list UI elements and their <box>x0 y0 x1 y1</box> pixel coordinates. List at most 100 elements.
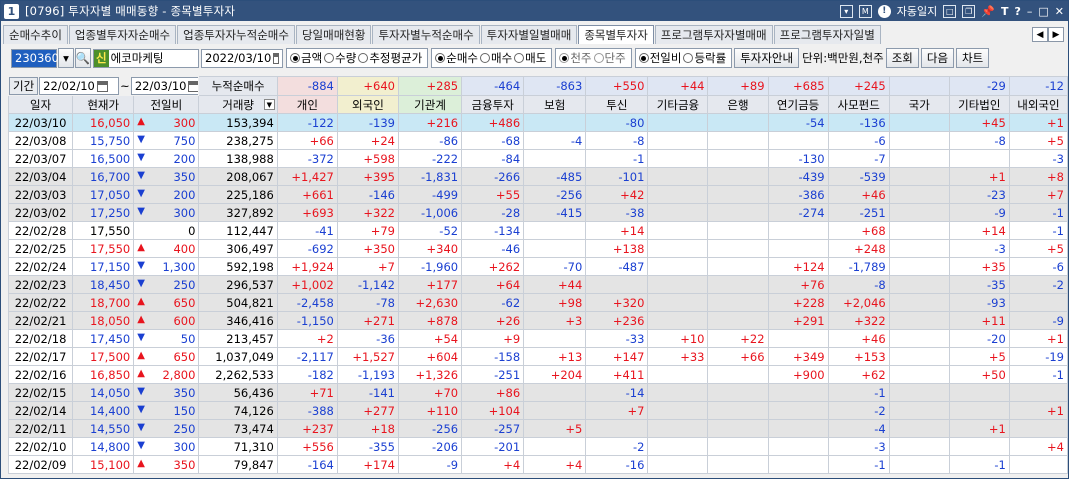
col-price[interactable]: 현재가 <box>72 95 135 114</box>
search-icon[interactable]: 🔍 <box>75 48 91 68</box>
calendar-icon[interactable] <box>96 80 108 92</box>
radio-thousand-shares[interactable]: 천주 <box>559 50 592 66</box>
col-foreign[interactable]: 외국인 <box>336 95 399 114</box>
unit-label: 단위:백만원,천주 <box>802 51 884 65</box>
tab-2[interactable]: 업종투자자누적순매수 <box>177 25 295 44</box>
close-icon[interactable]: ✕ <box>1055 5 1064 18</box>
radio-amount[interactable]: 금액 <box>290 50 322 66</box>
autolock-label[interactable]: 자동일지 <box>897 3 937 19</box>
radio-prev-day-change[interactable]: 전일비 <box>638 50 681 66</box>
tab-7[interactable]: 프로그램투자자별매매 <box>654 25 773 44</box>
restore-icon[interactable]: □ <box>943 4 957 18</box>
table-row[interactable]: 22/02/21 18,050 ▲ 600 346,416 -1,150 +271 +878 +… <box>7 311 1069 330</box>
table-row[interactable]: 22/03/07 16,500 ▼ 200 138,988 -372 +598 -222 -84… <box>7 149 1069 168</box>
table-row[interactable]: 22/02/22 18,700 ▲ 650 504,821 -2,458 -78 +2,630… <box>7 293 1069 312</box>
tab-5[interactable]: 투자자별일별매매 <box>480 25 578 44</box>
table-row[interactable]: 22/02/14 14,400 ▼ 150 74,126 -388 +277 +110 +104… <box>7 401 1069 420</box>
screen-menu-icon[interactable]: M <box>858 4 872 18</box>
col-other-finance[interactable]: 기타금융 <box>647 95 709 114</box>
col-insurance[interactable]: 보험 <box>523 95 587 114</box>
radio-quantity[interactable]: 수량 <box>324 50 356 66</box>
radio-single-shares[interactable]: 단주 <box>593 50 626 66</box>
tab-1[interactable]: 업종별투자자순매수 <box>68 25 177 44</box>
radio-sell[interactable]: 매도 <box>514 50 546 66</box>
col-pension[interactable]: 연기금등 <box>767 95 829 114</box>
col-nation[interactable]: 국가 <box>888 95 950 114</box>
date-input[interactable]: 2022/03/10 <box>201 48 283 68</box>
row-price: 15,100 <box>72 455 135 474</box>
code-dropdown-icon[interactable]: ▾ <box>58 48 74 68</box>
table-row[interactable]: 22/02/28 17,550 0 112,447 -41 +79 -52 -134 +14 +6… <box>7 221 1069 240</box>
col-change[interactable]: 전일비 <box>133 95 200 114</box>
row-value <box>523 329 587 348</box>
radio-net-buy[interactable]: 순매수 <box>435 50 478 66</box>
stock-code-input[interactable]: 230360 <box>11 48 59 68</box>
table-row[interactable]: 22/02/16 16,850 ▲ 2,800 2,262,533 -182 -1,193 +… <box>7 365 1069 384</box>
period-to-input[interactable]: 22/03/10 <box>130 77 198 95</box>
minimize-icon[interactable]: – <box>1027 5 1033 18</box>
table-row[interactable]: 22/03/03 17,050 ▼ 200 225,186 +661 -146 -499 +55… <box>7 185 1069 204</box>
period-from-input[interactable]: 22/02/10 <box>39 77 120 95</box>
chart-button[interactable]: 차트 <box>956 48 990 68</box>
row-volume: 238,275 <box>198 131 278 150</box>
tab-3[interactable]: 당일매매현황 <box>295 25 372 44</box>
tab-4[interactable]: 투자자별누적순매수 <box>372 25 480 44</box>
table-row[interactable]: 22/02/11 14,550 ▼ 250 73,474 +237 +18 -256 -257 +… <box>7 419 1069 438</box>
autolock-icon[interactable]: ! <box>877 4 891 18</box>
tab-8[interactable]: 프로그램투자자일별 <box>773 25 881 44</box>
help-icon[interactable]: ? <box>1014 5 1020 18</box>
table-row[interactable]: 22/03/08 15,750 ▼ 750 238,275 +66 +24 -86 -68 -4-… <box>7 131 1069 150</box>
radio-avg-price[interactable]: 추정평균가 <box>358 50 422 66</box>
col-institution[interactable]: 기관계 <box>397 95 463 114</box>
row-change: ▲ 650 <box>133 293 200 312</box>
table-row[interactable]: 22/03/04 16,700 ▼ 350 208,067 +1,427 +395 -1,83… <box>7 167 1069 186</box>
col-trust[interactable]: 투신 <box>585 95 649 114</box>
row-value <box>707 383 769 402</box>
table-row[interactable]: 22/02/18 17,450 ▼ 50 213,457 +2 -36 +54 +9 -33 +10… <box>7 329 1069 348</box>
row-volume: 56,436 <box>198 383 278 402</box>
font-size-icon[interactable]: T <box>1001 5 1009 18</box>
copy-icon[interactable]: ❐ <box>962 4 976 18</box>
col-financial-invest[interactable]: 금융투자 <box>461 95 525 114</box>
table-row[interactable]: 22/02/17 17,500 ▲ 650 1,037,049 -2,117 +1,527 +… <box>7 347 1069 366</box>
next-button[interactable]: 다음 <box>920 48 955 68</box>
col-date[interactable]: 일자 <box>7 95 74 114</box>
col-domestic-foreigner[interactable]: 내외국인 <box>1008 95 1069 114</box>
calendar-icon[interactable] <box>188 80 198 92</box>
tab-scroll-left-icon[interactable]: ◀ <box>1032 27 1048 42</box>
col-volume[interactable]: 거래량 ▼ <box>198 95 278 114</box>
up-arrow-icon: ▲ <box>137 458 145 469</box>
row-value: +86 <box>461 383 525 402</box>
table-row[interactable]: 22/03/10 16,050 ▲ 300 153,394 -122 -139 +216 +48… <box>7 113 1069 132</box>
tab-scroll-right-icon[interactable]: ▶ <box>1048 27 1064 42</box>
radio-buy[interactable]: 매수 <box>480 50 512 66</box>
maximize-icon[interactable]: □ <box>1038 5 1048 18</box>
col-private-fund[interactable]: 사모펀드 <box>827 95 890 114</box>
table-row[interactable]: 22/02/15 14,050 ▼ 350 56,436 +71 -141 +70 +86 -14… <box>7 383 1069 402</box>
row-value: -1,006 <box>397 203 463 222</box>
col-individual[interactable]: 개인 <box>276 95 338 114</box>
dropdown-icon[interactable]: ▼ <box>263 99 275 110</box>
stock-name-box[interactable]: 신 에코마케팅 <box>93 48 199 68</box>
tab-6[interactable]: 종목별투자자 <box>578 25 654 44</box>
menu-icon[interactable]: ▾ <box>839 4 853 18</box>
row-value: -1,831 <box>397 167 463 186</box>
radio-change-rate[interactable]: 등락률 <box>683 50 726 66</box>
calendar-icon[interactable] <box>273 52 279 64</box>
row-value <box>647 275 709 294</box>
col-other-corp[interactable]: 기타법인 <box>948 95 1010 114</box>
sum-private-fund: +245 <box>827 76 890 96</box>
pin-icon[interactable]: 📌 <box>981 5 995 18</box>
table-row[interactable]: 22/02/09 15,100 ▲ 350 79,847 -164 +174 -9 +4 +4 -1… <box>7 455 1069 474</box>
investor-guide-button[interactable]: 투자자안내 <box>734 48 800 68</box>
table-row[interactable]: 22/03/02 17,250 ▼ 300 327,892 +693 +322 -1,006-… <box>7 203 1069 222</box>
col-bank[interactable]: 은행 <box>707 95 769 114</box>
table-row[interactable]: 22/02/25 17,550 ▲ 400 306,497 -692 +350 +340 -46… <box>7 239 1069 258</box>
query-button[interactable]: 조회 <box>885 48 919 68</box>
table-row[interactable]: 22/02/10 14,800 ▼ 300 71,310 +556 -355 -206 -201… <box>7 437 1069 456</box>
table-row[interactable]: 22/02/24 17,150 ▼ 1,300 592,198 +1,924 +7 -1,96… <box>7 257 1069 276</box>
row-change-value: 300 <box>173 205 196 220</box>
table-row[interactable]: 22/02/23 18,450 ▼ 250 296,537 +1,002 -1,142 +17… <box>7 275 1069 294</box>
row-value <box>647 383 709 402</box>
tab-0[interactable]: 순매수추이 <box>3 25 68 44</box>
